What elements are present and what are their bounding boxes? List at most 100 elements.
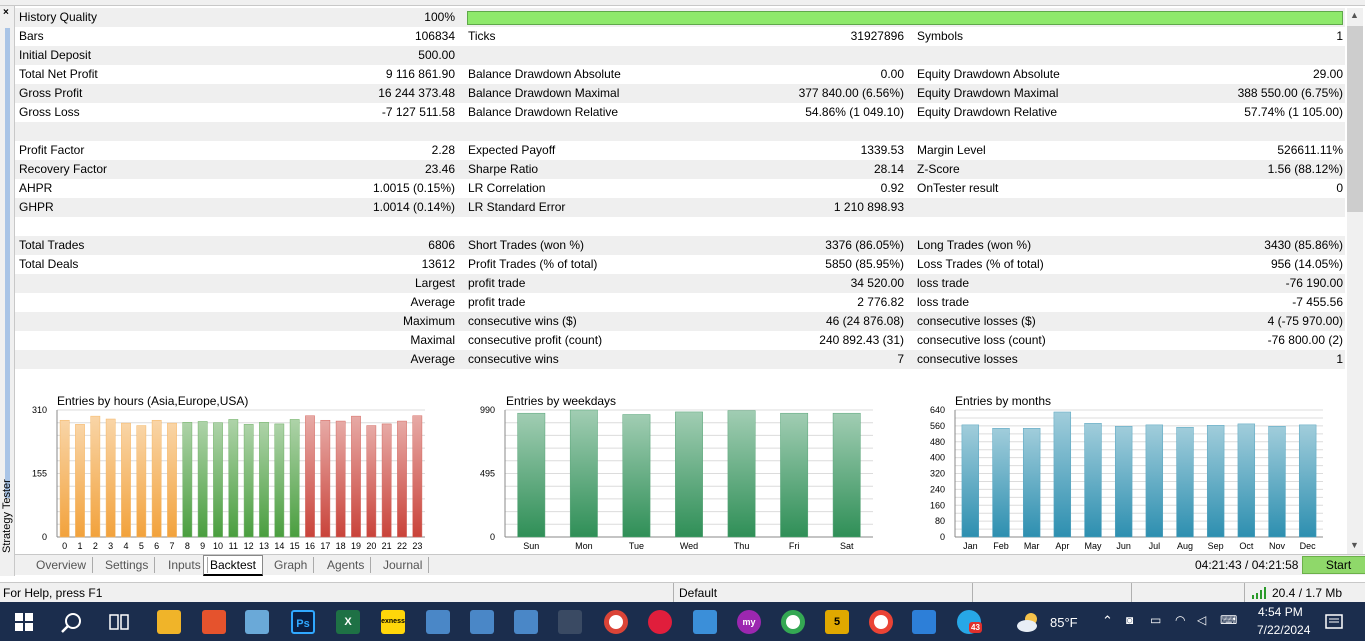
metric-value: 7 bbox=[897, 352, 904, 366]
telegram-icon[interactable]: 43 bbox=[957, 610, 982, 634]
report-row: Total Trades 6806 Short Trades (won %) 3376… bbox=[15, 236, 1345, 255]
metric-label: Balance Drawdown Relative bbox=[468, 105, 619, 119]
metric-label: Gross Profit bbox=[19, 86, 83, 100]
bar bbox=[228, 419, 239, 538]
report-row: AHPR 1.0015 (0.15%) LR Correlation 0.92 OnTe… bbox=[15, 179, 1345, 198]
exness-icon[interactable]: exness bbox=[381, 610, 405, 634]
x-tick-label: 4 bbox=[123, 541, 128, 551]
report-scrollbar[interactable]: ▲ ▼ bbox=[1347, 8, 1363, 554]
sublime-icon[interactable]: 5 bbox=[825, 610, 849, 634]
bar bbox=[167, 422, 177, 538]
metric-value: 3430 (85.86%) bbox=[1264, 238, 1343, 252]
chrome-profile-icon[interactable]: my bbox=[737, 610, 761, 634]
terminal-icon-3[interactable] bbox=[514, 610, 538, 634]
chrome-icon-2[interactable] bbox=[781, 610, 805, 634]
tab-journal[interactable]: Journal bbox=[377, 557, 430, 573]
chart-svg: 640 560 480 400 320 240 160 80 0 Jan Feb Mar Apr May J… bbox=[930, 405, 1323, 551]
search-icon[interactable] bbox=[60, 611, 84, 635]
tab-settings[interactable]: Settings bbox=[99, 557, 156, 573]
report-row bbox=[15, 369, 1345, 388]
photos-icon[interactable] bbox=[912, 610, 936, 634]
app-icon-dark[interactable] bbox=[558, 610, 582, 634]
metric-prefix: Maximal bbox=[410, 333, 455, 347]
chart-title: Entries by weekdays bbox=[506, 394, 617, 408]
bar bbox=[412, 415, 423, 538]
sidebar-accent bbox=[5, 28, 10, 498]
metric-label: Total Net Profit bbox=[19, 67, 98, 81]
photoshop-icon[interactable]: Ps bbox=[291, 610, 315, 634]
bar bbox=[727, 410, 756, 538]
report-row: Average profit trade 2 776.82 loss trade -7 … bbox=[15, 293, 1345, 312]
start-button[interactable]: Start bbox=[1302, 556, 1365, 574]
metric-value: 54.86% (1 049.10) bbox=[805, 105, 904, 119]
windows-start-icon[interactable] bbox=[15, 613, 33, 631]
battery-icon[interactable]: ▭ bbox=[1150, 613, 1161, 627]
terminal-icon-1[interactable] bbox=[426, 610, 450, 634]
chart-entries-by-hours: Entries by hours (Asia,Europe,USA) 310 15… bbox=[15, 388, 435, 557]
keyboard-icon[interactable]: ⌨ bbox=[1220, 613, 1237, 627]
excel-icon[interactable]: X bbox=[336, 610, 360, 634]
x-tick-label: Tue bbox=[629, 541, 644, 551]
x-tick-label: Jun bbox=[1116, 541, 1131, 551]
weather-temp: 85°F bbox=[1050, 615, 1078, 630]
metric-label: Short Trades (won %) bbox=[468, 238, 585, 252]
volume-icon[interactable]: ◁ bbox=[1197, 613, 1206, 627]
report-row: Bars 106834 Ticks 31927896 Symbols 1 bbox=[15, 27, 1345, 46]
metric-value: 0.00 bbox=[880, 67, 904, 81]
chrome-icon[interactable] bbox=[604, 610, 628, 634]
metric-value: -7 127 511.58 bbox=[381, 105, 455, 119]
report-row: History Quality 100% bbox=[15, 8, 1345, 27]
x-tick-label: Sat bbox=[840, 541, 854, 551]
tab-graph[interactable]: Graph bbox=[268, 557, 315, 573]
x-tick-label: 13 bbox=[259, 541, 269, 551]
metric-value: 23.46 bbox=[424, 162, 455, 176]
tab-overview[interactable]: Overview bbox=[30, 557, 94, 573]
clock-time[interactable]: 4:54 PM bbox=[1258, 605, 1303, 619]
metric-label: loss trade bbox=[917, 276, 970, 290]
metric-label: consecutive wins bbox=[468, 352, 559, 366]
metric-value: 3376 (86.05%) bbox=[825, 238, 904, 252]
metric-label: Loss Trades (% of total) bbox=[917, 257, 1044, 271]
y-tick-label: 640 bbox=[930, 405, 945, 415]
terminal-icon-2[interactable] bbox=[470, 610, 494, 634]
close-icon[interactable]: × bbox=[3, 8, 9, 18]
y-tick-label: 480 bbox=[930, 437, 945, 447]
tab-backtest[interactable]: Backtest bbox=[203, 555, 264, 576]
bar bbox=[1176, 427, 1194, 538]
metric-value: 16 244 373.48 bbox=[378, 86, 455, 100]
metric-label: Expected Payoff bbox=[468, 143, 556, 157]
metric-value: -7 455.56 bbox=[1292, 295, 1343, 309]
metric-label: consecutive wins ($) bbox=[468, 314, 577, 328]
tray-icon-1[interactable]: ◙ bbox=[1126, 613, 1133, 627]
app-icon-window[interactable] bbox=[693, 610, 717, 634]
tab-agents[interactable]: Agents bbox=[321, 557, 372, 573]
notifications-icon[interactable] bbox=[1325, 613, 1343, 631]
task-view-icon[interactable] bbox=[108, 612, 130, 632]
metric-value: 1 bbox=[1336, 352, 1343, 366]
scroll-down-icon[interactable]: ▼ bbox=[1350, 540, 1359, 550]
metric-value: 956 (14.05%) bbox=[1270, 257, 1343, 271]
x-tick-label: 16 bbox=[305, 541, 315, 551]
x-tick-label: 3 bbox=[108, 541, 113, 551]
bar bbox=[335, 420, 346, 538]
weather-icon[interactable] bbox=[1015, 611, 1043, 633]
x-tick-label: 15 bbox=[290, 541, 300, 551]
clock-date[interactable]: 7/22/2024 bbox=[1257, 623, 1310, 637]
scroll-thumb[interactable] bbox=[1347, 26, 1363, 212]
app-icon-blue[interactable] bbox=[245, 610, 269, 634]
file-explorer-icon[interactable] bbox=[157, 610, 181, 634]
bar bbox=[1298, 424, 1317, 538]
bar bbox=[289, 419, 300, 538]
metric-value: 526611.11% bbox=[1277, 143, 1343, 157]
app-icon-red[interactable] bbox=[648, 610, 672, 634]
chrome-icon-3[interactable] bbox=[869, 610, 893, 634]
app-icon-orange[interactable] bbox=[202, 610, 226, 634]
tab-inputs[interactable]: Inputs bbox=[162, 557, 208, 573]
scroll-up-icon[interactable]: ▲ bbox=[1350, 10, 1359, 20]
metric-value: 6806 bbox=[428, 238, 455, 252]
report-row: Total Net Profit 9 116 861.90 Balance Draw… bbox=[15, 65, 1345, 84]
metric-label: OnTester result bbox=[917, 181, 999, 195]
wifi-icon[interactable]: ◠ bbox=[1175, 613, 1185, 627]
metric-value: 1.56 (88.12%) bbox=[1267, 162, 1343, 176]
chevron-up-icon[interactable]: ⌃ bbox=[1102, 613, 1113, 629]
